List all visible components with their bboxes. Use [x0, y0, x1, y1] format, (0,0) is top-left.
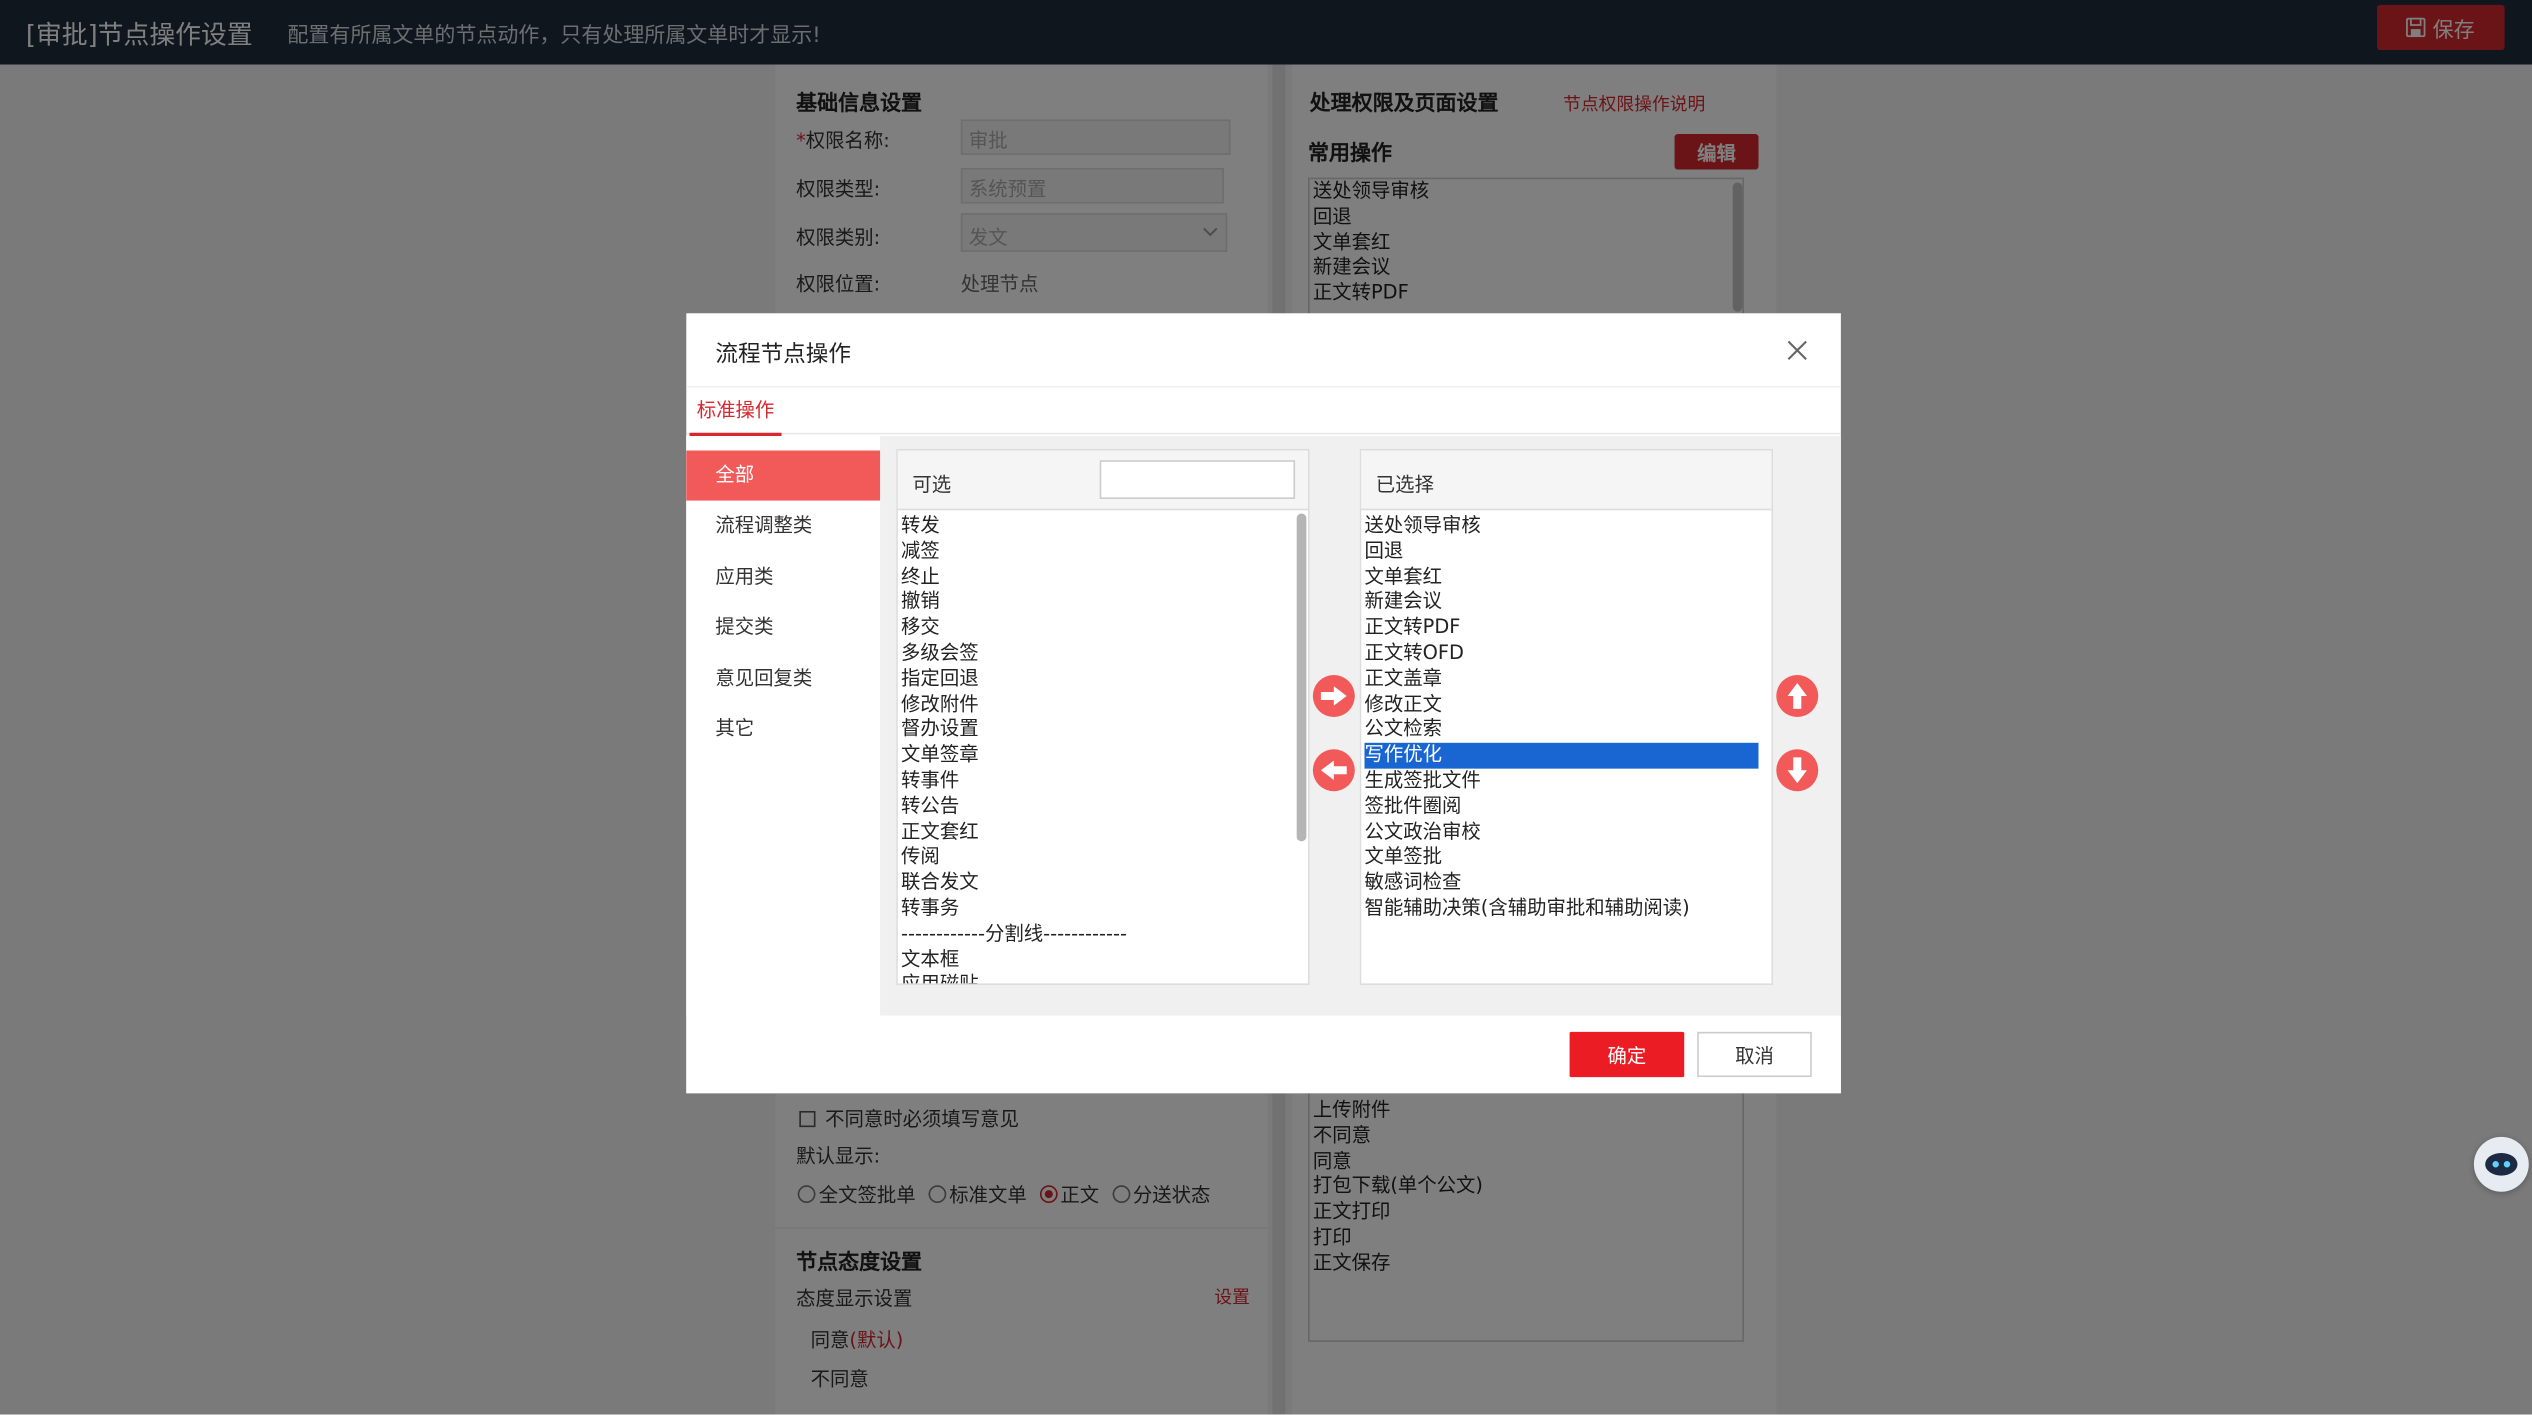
- selected-scrollbar: [1762, 514, 1773, 986]
- category-other[interactable]: 其它: [686, 704, 880, 754]
- available-scroll-thumb[interactable]: [1296, 513, 1307, 842]
- category-panel: 全部 流程调整类 应用类 提交类 意见回复类 其它: [686, 435, 881, 1016]
- robot-icon: [2485, 1152, 2518, 1176]
- arrow-left-icon: [1320, 760, 1347, 780]
- list-item[interactable]: 正文转PDF: [1365, 616, 1759, 642]
- list-item[interactable]: 签批件圈阅: [1365, 794, 1759, 820]
- list-item[interactable]: 文本框: [901, 947, 1293, 973]
- list-item[interactable]: 智能辅助决策(含辅助审批和辅助阅读): [1365, 896, 1759, 922]
- list-item[interactable]: 多级会签: [901, 641, 1293, 667]
- ok-button[interactable]: 确定: [1569, 1031, 1685, 1078]
- selected-pane-header: 已选择: [1361, 450, 1772, 511]
- list-item[interactable]: 转事件: [901, 769, 1293, 795]
- category-opinion-reply[interactable]: 意见回复类: [686, 654, 880, 704]
- list-item[interactable]: 联合发文: [901, 871, 1293, 897]
- dialog-tabs: 标准操作: [686, 385, 1841, 436]
- list-item[interactable]: 督办设置: [901, 718, 1293, 744]
- list-item[interactable]: 移交: [901, 616, 1293, 642]
- list-item[interactable]: 应用磁贴: [901, 973, 1293, 984]
- list-item-selected[interactable]: 写作优化: [1364, 743, 1759, 769]
- assistant-bot-button[interactable]: [2473, 1136, 2529, 1192]
- available-scrollbar[interactable]: [1296, 513, 1308, 986]
- cancel-button[interactable]: 取消: [1697, 1031, 1812, 1078]
- arrow-up-icon: [1787, 683, 1807, 709]
- list-item[interactable]: 文单签章: [901, 743, 1293, 769]
- list-item[interactable]: 转公告: [901, 794, 1293, 820]
- category-submit[interactable]: 提交类: [686, 602, 880, 652]
- separator-item[interactable]: ------------分割线------------: [901, 922, 1293, 948]
- flow-node-ops-dialog: 流程节点操作 标准操作 全部 流程调整类 应用类 提交类 意见回复类 其它 可选: [686, 313, 1841, 1094]
- available-label: 可选: [912, 473, 952, 496]
- search-input[interactable]: [1099, 460, 1296, 499]
- list-item[interactable]: 新建会议: [1365, 590, 1759, 616]
- move-left-button[interactable]: [1312, 749, 1355, 792]
- available-pane-header: 可选: [897, 450, 1308, 511]
- move-down-button[interactable]: [1776, 749, 1819, 792]
- list-item[interactable]: 指定回退: [901, 667, 1293, 693]
- list-item[interactable]: 撤销: [901, 590, 1293, 616]
- list-item[interactable]: 文单签批: [1365, 845, 1759, 871]
- list-item[interactable]: 传阅: [901, 845, 1293, 871]
- category-flow-adjust[interactable]: 流程调整类: [686, 501, 880, 551]
- close-icon[interactable]: [1786, 339, 1809, 362]
- dialog-title: 流程节点操作: [715, 342, 851, 369]
- list-item[interactable]: 修改正文: [1365, 692, 1759, 718]
- selected-list: 送处领导审核 回退 文单套红 新建会议 正文转PDF 正文转OFD 正文盖章 修…: [1364, 514, 1759, 984]
- list-item[interactable]: 文单套红: [1365, 565, 1759, 591]
- list-item[interactable]: 生成签批文件: [1365, 769, 1759, 795]
- dialog-body: 全部 流程调整类 应用类 提交类 意见回复类 其它 可选 转发 减签 终止 撤销: [686, 435, 1841, 1016]
- list-item[interactable]: 敏感词检查: [1365, 871, 1759, 897]
- list-item[interactable]: 公文政治审校: [1365, 820, 1759, 846]
- move-up-button[interactable]: [1776, 674, 1819, 717]
- arrow-down-icon: [1787, 757, 1807, 784]
- list-item[interactable]: 公文检索: [1365, 718, 1759, 744]
- arrow-right-icon: [1320, 686, 1347, 706]
- list-item[interactable]: 转发: [901, 514, 1293, 540]
- available-list: 转发 减签 终止 撤销 移交 多级会签 指定回退 修改附件 督办设置 文单签章 …: [901, 514, 1293, 984]
- list-item[interactable]: 转事务: [901, 896, 1293, 922]
- tab-standard-ops[interactable]: 标准操作: [689, 388, 782, 436]
- list-item[interactable]: 修改附件: [901, 692, 1293, 718]
- list-item[interactable]: 终止: [901, 565, 1293, 591]
- list-item[interactable]: 送处领导审核: [1365, 514, 1759, 540]
- list-item[interactable]: 正文盖章: [1365, 667, 1759, 693]
- list-item[interactable]: 回退: [1365, 539, 1759, 565]
- list-item[interactable]: 正文转OFD: [1365, 641, 1759, 667]
- dialog-footer: 确定 取消: [686, 1015, 1841, 1094]
- move-right-button[interactable]: [1312, 674, 1355, 717]
- list-item[interactable]: 正文套红: [901, 820, 1293, 846]
- category-application[interactable]: 应用类: [686, 552, 880, 602]
- list-item[interactable]: 减签: [901, 539, 1293, 565]
- selected-pane: 已选择 送处领导审核 回退 文单套红 新建会议 正文转PDF 正文转OFD 正文…: [1359, 448, 1774, 986]
- available-pane: 可选 转发 减签 终止 撤销 移交 多级会签 指定回退 修改附件 督办设置 文单…: [896, 448, 1310, 986]
- category-all[interactable]: 全部: [686, 450, 881, 501]
- selected-label: 已选择: [1375, 473, 1434, 496]
